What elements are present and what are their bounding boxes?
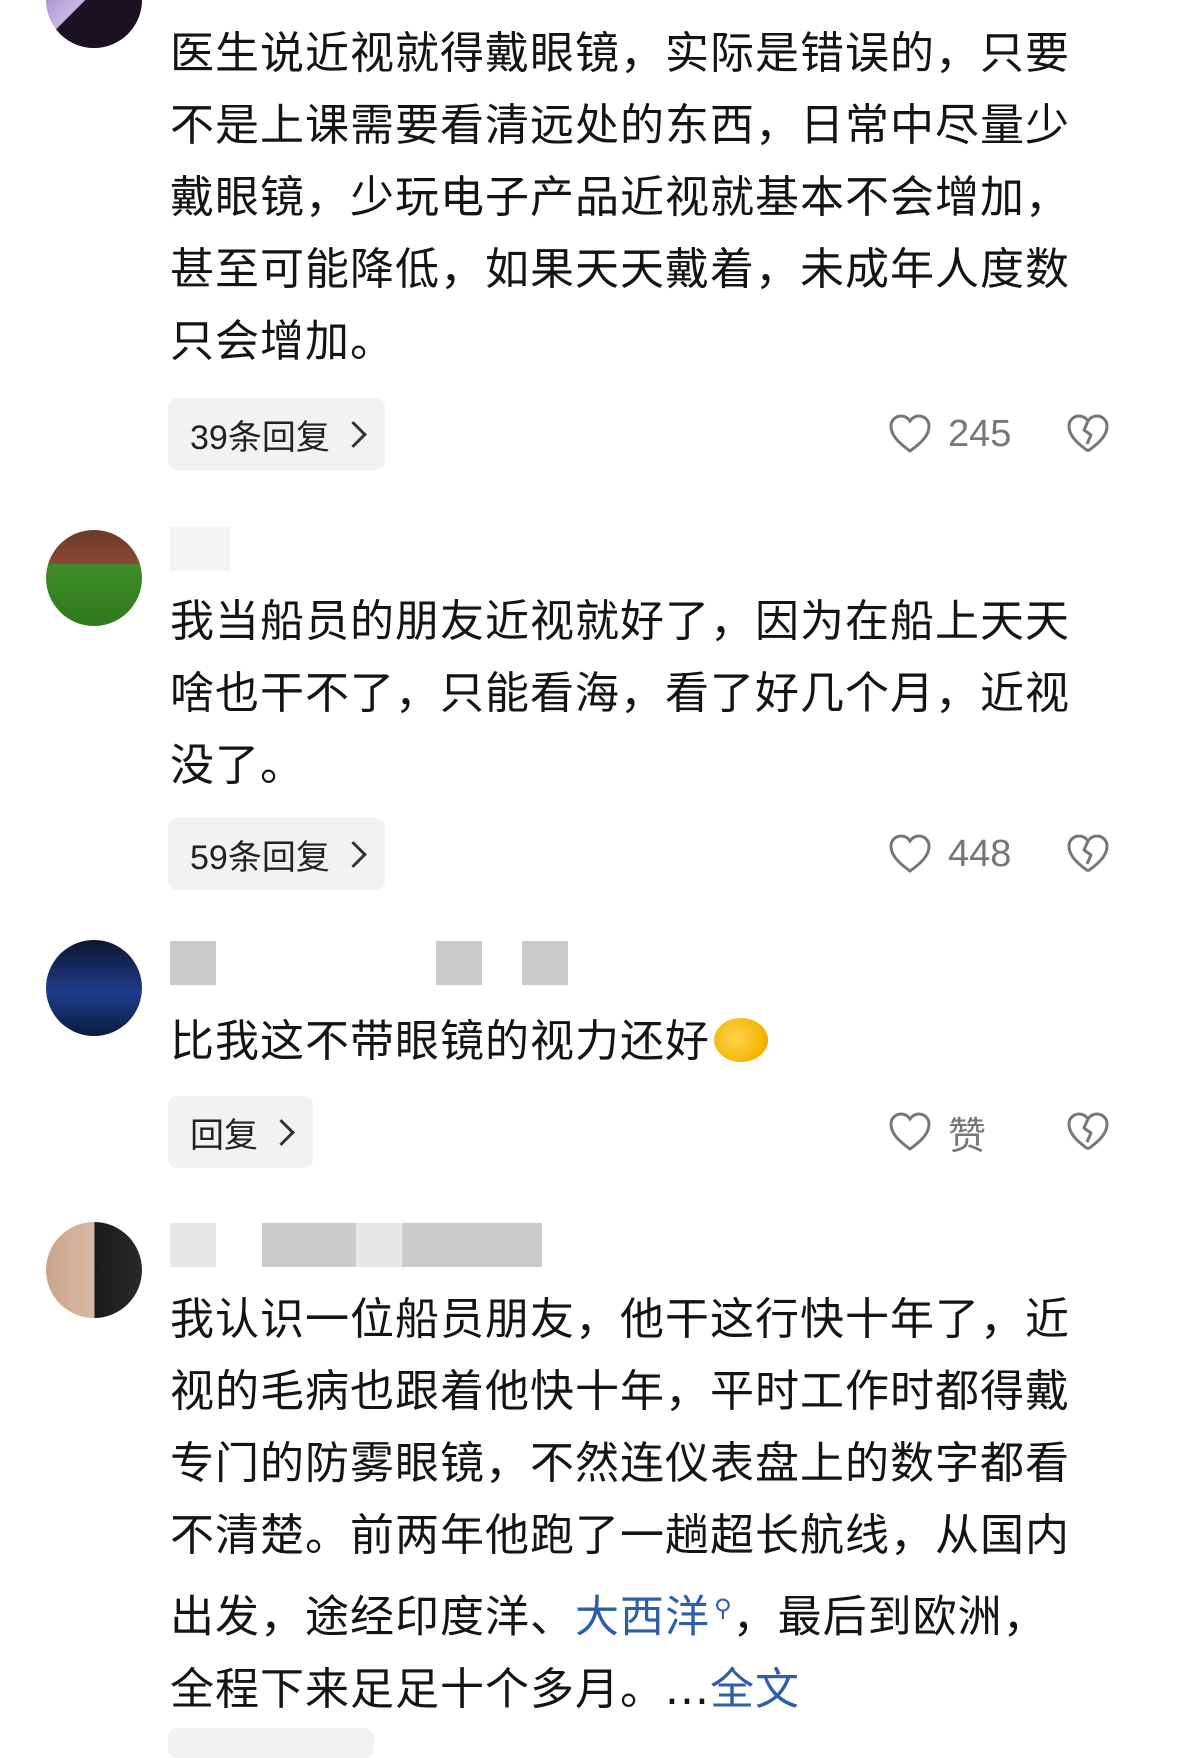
- broken-heart-icon: [1067, 834, 1109, 873]
- user-avatar[interactable]: [46, 940, 142, 1036]
- user-avatar[interactable]: [46, 1222, 142, 1318]
- like-count: 448: [948, 832, 1012, 875]
- dislike-button[interactable]: [1066, 1096, 1110, 1168]
- like-button[interactable]: 赞: [888, 1096, 986, 1168]
- chevron-right-icon: [268, 1118, 295, 1146]
- user-avatar[interactable]: [46, 530, 142, 626]
- reply-button[interactable]: 回复: [168, 1096, 313, 1168]
- broken-heart-icon: [1067, 414, 1109, 453]
- search-link[interactable]: 大西洋: [575, 1592, 710, 1643]
- view-replies-button[interactable]: 59条回复: [168, 818, 385, 890]
- heart-icon: [889, 834, 931, 873]
- view-replies-button[interactable]: 39条回复: [168, 398, 385, 470]
- face-with-hand-over-mouth-icon: [714, 1018, 768, 1062]
- like-button[interactable]: 245: [888, 398, 1011, 470]
- like-label: 赞: [948, 1115, 987, 1158]
- comment-text-content: 比我这不带眼镜的视力还好: [170, 1016, 710, 1067]
- reply-label: 回复: [190, 1116, 258, 1155]
- blurred-username: [170, 940, 568, 986]
- dislike-button[interactable]: [1066, 398, 1110, 470]
- comment-text: 比我这不带眼镜的视力还好: [170, 1006, 1090, 1078]
- comment-text: 我当船员的朋友近视就好了，因为在船上天天啥也干不了，只能看海，看了好几个月，近视…: [170, 596, 1070, 791]
- blurred-username: [170, 1222, 542, 1268]
- chevron-right-icon: [339, 840, 367, 868]
- search-icon[interactable]: ⚲: [714, 1594, 733, 1622]
- user-avatar[interactable]: [46, 0, 142, 48]
- replies-label: 59条回复: [190, 838, 330, 877]
- broken-heart-icon: [1067, 1112, 1109, 1151]
- heart-icon: [889, 1112, 931, 1151]
- replies-label: 39条回复: [190, 418, 330, 457]
- reply-button-partial[interactable]: [168, 1728, 374, 1758]
- chevron-right-icon: [339, 420, 367, 448]
- comment-text: 我认识一位船员朋友，他干这行快十年了，近视的毛病也跟着他快十年，平时工作时都得戴…: [170, 1284, 1090, 1726]
- like-button[interactable]: 448: [888, 818, 1011, 890]
- comment-text: 医生说近视就得戴眼镜，实际是错误的，只要不是上课需要看清远处的东西，日常中尽量少…: [170, 28, 1070, 367]
- comment-text-before-link: 我认识一位船员朋友，他干这行快十年了，近视的毛病也跟着他快十年，平时工作时都得戴…: [170, 1294, 1070, 1643]
- blurred-username: [170, 526, 230, 572]
- expand-full-text-link[interactable]: 全文: [710, 1664, 800, 1715]
- like-count: 245: [948, 412, 1012, 455]
- heart-icon: [889, 414, 931, 453]
- dislike-button[interactable]: [1066, 818, 1110, 890]
